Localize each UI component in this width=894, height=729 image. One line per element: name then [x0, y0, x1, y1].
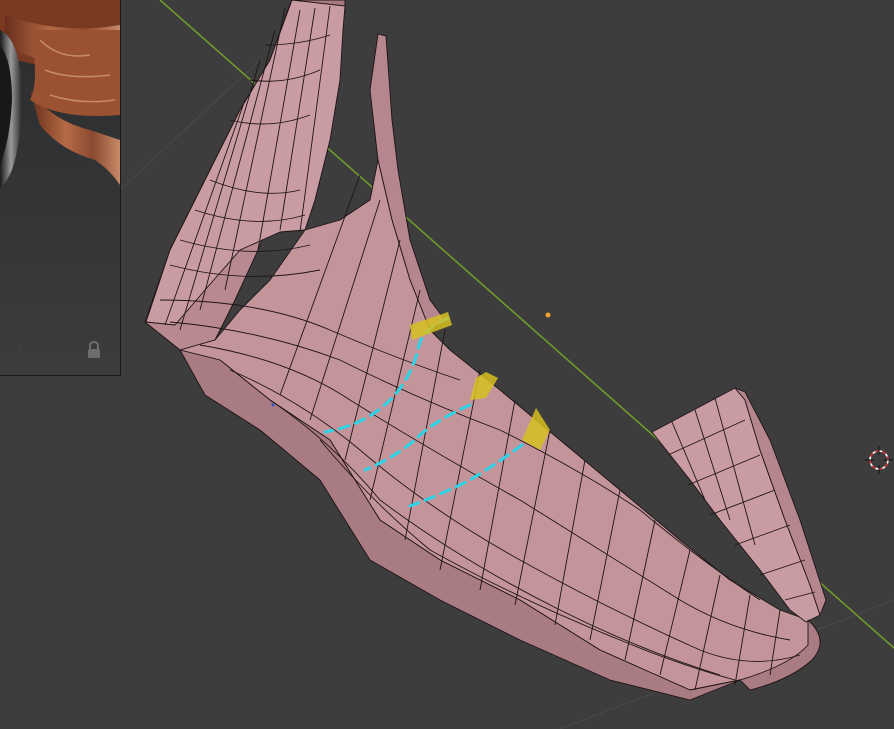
- origin-point[interactable]: [545, 312, 551, 318]
- lock-icon[interactable]: [86, 341, 102, 359]
- 3d-cursor-icon[interactable]: [865, 446, 893, 474]
- reference-image[interactable]: [0, 0, 121, 376]
- vertex-dot: [271, 403, 275, 407]
- 3d-viewport[interactable]: [0, 0, 894, 729]
- mesh-object[interactable]: [144, 0, 827, 701]
